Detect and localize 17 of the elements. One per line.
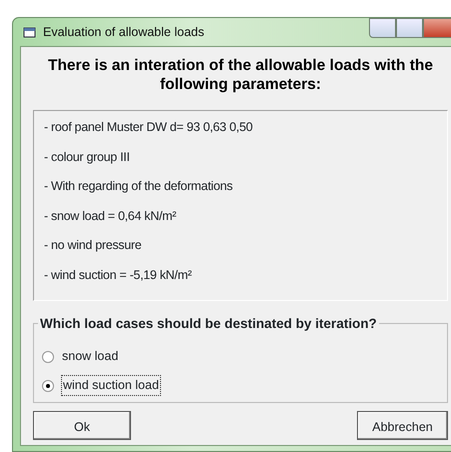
radio-label[interactable]: snow load: [62, 347, 118, 366]
heading: There is an interation of the allowable loads with the following parameters:: [47, 56, 434, 94]
parameter-line: - colour group III: [44, 150, 130, 164]
radio-button[interactable]: [42, 350, 54, 362]
maximize-button[interactable]: [396, 18, 423, 38]
minimize-button[interactable]: [369, 18, 396, 38]
parameter-line: - roof panel Muster DW d= 93 0,63 0,50: [44, 120, 253, 134]
window-title: Evaluation of allowable loads: [43, 24, 204, 41]
window-icon: [23, 26, 37, 38]
parameter-line: - snow load = 0,64 kN/m²: [44, 208, 176, 222]
parameter-line: - no wind pressure: [44, 238, 142, 252]
dialog-button[interactable]: Ok: [33, 411, 131, 440]
parameter-line: - wind suction = -5,19 kN/m²: [44, 268, 192, 282]
dialog-button[interactable]: Abbrechen: [357, 411, 448, 440]
parameter-line: - With regarding of the deformations: [44, 179, 233, 193]
radio-button[interactable]: [42, 380, 54, 392]
radio-label[interactable]: wind suction load: [62, 376, 160, 395]
